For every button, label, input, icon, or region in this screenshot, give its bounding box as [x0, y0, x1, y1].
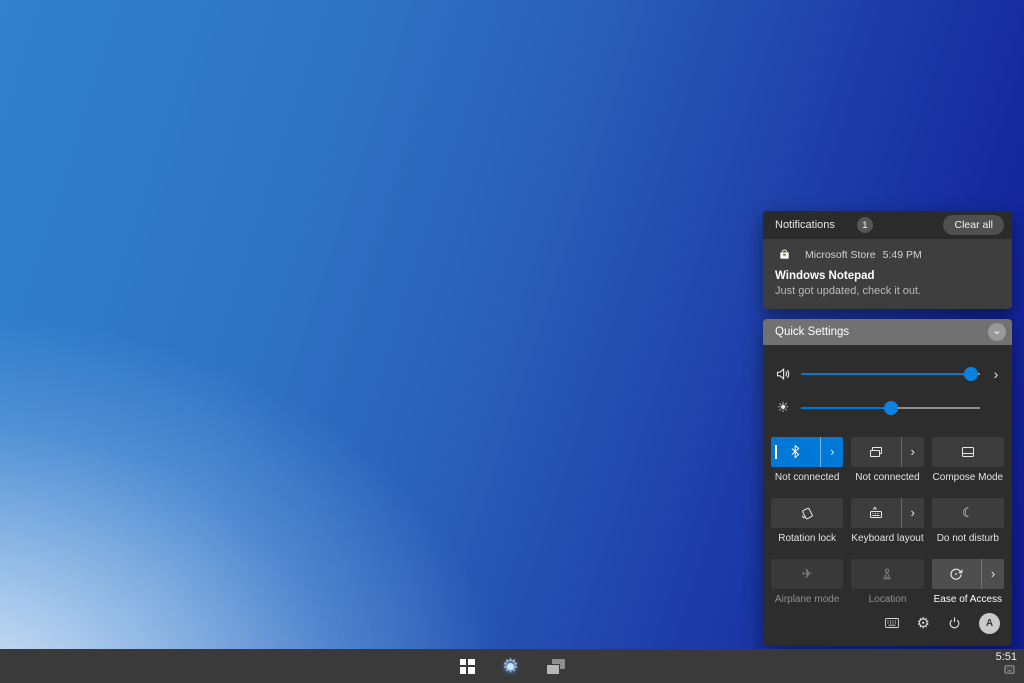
taskbar-tray[interactable]: 5:51: [996, 651, 1017, 674]
tile-airplane-mode[interactable]: ✈: [771, 559, 843, 589]
quick-settings-title: Quick Settings: [775, 326, 849, 338]
tile-keyboard-layout[interactable]: ›: [851, 498, 923, 528]
notifications-header: Notifications 1 Clear all: [763, 211, 1012, 239]
tile-cell: › Keyboard layout: [851, 498, 923, 544]
taskbar: ⚙ 5:51: [0, 649, 1024, 683]
ease-of-access-expand-button[interactable]: ›: [981, 559, 1004, 589]
chevron-right-icon: ›: [910, 444, 914, 459]
account-avatar-button[interactable]: A: [979, 613, 1000, 634]
desktop: Notifications 1 Clear all Microsoft Stor…: [0, 0, 1024, 683]
tile-label: Location: [869, 594, 907, 605]
start-button[interactable]: [458, 657, 477, 676]
notification-body: Just got updated, check it out.: [775, 285, 1000, 297]
tile-ease-of-access[interactable]: ›: [932, 559, 1004, 589]
chevron-right-icon: ›: [830, 444, 834, 459]
slider-fill: [801, 407, 891, 409]
tile-cell: ✈ Airplane mode: [771, 559, 843, 605]
brightness-slider-row: ☀ ›: [773, 391, 1004, 425]
tile-label: Ease of Access: [934, 594, 1002, 605]
tile-label: Compose Mode: [933, 472, 1004, 483]
quick-settings-tiles: › Not connected ›: [763, 437, 1012, 605]
connect-displays-icon: [868, 444, 884, 460]
tile-label: Airplane mode: [775, 594, 839, 605]
ease-of-access-icon: [948, 566, 964, 582]
tile-cell: › Not connected: [851, 437, 923, 483]
gear-core-glow: [507, 663, 514, 670]
tile-label: Rotation lock: [778, 533, 836, 544]
notification-app-name: Microsoft Store: [805, 249, 876, 261]
touch-keyboard-button[interactable]: [884, 616, 900, 630]
location-icon: [879, 566, 895, 582]
brightness-slider-thumb[interactable]: [884, 401, 898, 415]
open-windows-button[interactable]: [545, 657, 567, 676]
tile-cell: › Not connected: [771, 437, 843, 483]
tile-label: Keyboard layout: [851, 533, 923, 544]
tile-do-not-disturb[interactable]: ☾: [932, 498, 1004, 528]
tile-cell: Rotation lock: [771, 498, 843, 544]
tray-keyboard-icon[interactable]: [1004, 665, 1015, 674]
brightness-slider[interactable]: [801, 401, 980, 415]
bluetooth-icon: [788, 444, 803, 459]
quick-settings-footer: ⚙ A: [763, 605, 1012, 646]
tile-cell: › Ease of Access: [932, 559, 1004, 605]
tile-rotation-lock[interactable]: [771, 498, 843, 528]
tile-location[interactable]: [851, 559, 923, 589]
tile-cell: ☾ Do not disturb: [932, 498, 1004, 544]
brightness-icon: ☀: [773, 399, 793, 416]
moon-icon: ☾: [962, 506, 974, 519]
tile-compose-mode[interactable]: [932, 437, 1004, 467]
power-icon: [947, 616, 962, 631]
notification-center-flyout: Notifications 1 Clear all Microsoft Stor…: [763, 211, 1012, 646]
tile-label: Not connected: [855, 472, 920, 483]
volume-slider-thumb[interactable]: [964, 367, 978, 381]
connect-expand-button[interactable]: ›: [901, 437, 924, 467]
tile-bluetooth[interactable]: ›: [771, 437, 843, 467]
focus-caret: [775, 445, 777, 459]
sliders-section: › ☀ ›: [763, 345, 1012, 425]
windows-logo-icon: [460, 659, 475, 674]
tile-label: Do not disturb: [937, 533, 999, 544]
chevron-right-icon: ›: [994, 366, 999, 382]
slider-fill: [801, 373, 971, 375]
power-button[interactable]: [947, 616, 962, 631]
avatar: A: [979, 613, 1000, 634]
chevron-right-icon: ›: [991, 566, 995, 581]
settings-button[interactable]: ⚙: [917, 616, 930, 631]
volume-slider[interactable]: [801, 367, 980, 381]
bluetooth-expand-button[interactable]: ›: [820, 437, 843, 467]
notification-time: 5:49 PM: [883, 249, 922, 261]
gear-icon: ⚙: [917, 616, 930, 631]
notifications-card: Notifications 1 Clear all Microsoft Stor…: [763, 211, 1012, 309]
quick-settings-panel: Quick Settings ⌄: [763, 319, 1012, 646]
keyboard-icon: [884, 616, 900, 630]
volume-expand-button[interactable]: ›: [988, 366, 1004, 382]
window-stack-icon: [547, 659, 565, 674]
volume-slider-row: ›: [773, 357, 1004, 391]
airplane-icon: ✈: [802, 567, 813, 580]
keyboard-layout-expand-button[interactable]: ›: [901, 498, 924, 528]
clock[interactable]: 5:51: [996, 651, 1017, 663]
speaker-icon: [773, 366, 793, 382]
keyboard-layout-icon: [868, 505, 884, 521]
tile-label: Not connected: [775, 472, 840, 483]
notification-title: Windows Notepad: [775, 270, 1000, 282]
taskbar-center-icons: ⚙: [0, 649, 1024, 683]
chevron-right-icon: ›: [910, 505, 914, 520]
compose-mode-icon: [960, 444, 976, 460]
rotation-lock-icon: [799, 505, 815, 521]
notifications-title: Notifications: [775, 219, 835, 231]
quick-settings-header[interactable]: Quick Settings ⌄: [763, 319, 1012, 345]
microsoft-store-icon: [778, 248, 791, 261]
notifications-count-badge: 1: [857, 217, 873, 233]
notification-item[interactable]: Microsoft Store 5:49 PM Windows Notepad …: [763, 239, 1012, 309]
tile-cell: Location: [851, 559, 923, 605]
settings-app-button[interactable]: ⚙: [498, 653, 524, 679]
clear-all-button[interactable]: Clear all: [943, 215, 1004, 235]
tile-connect[interactable]: ›: [851, 437, 923, 467]
chevron-down-icon: ⌄: [992, 326, 1001, 337]
collapse-button[interactable]: ⌄: [988, 323, 1006, 341]
tile-cell: Compose Mode: [932, 437, 1004, 483]
